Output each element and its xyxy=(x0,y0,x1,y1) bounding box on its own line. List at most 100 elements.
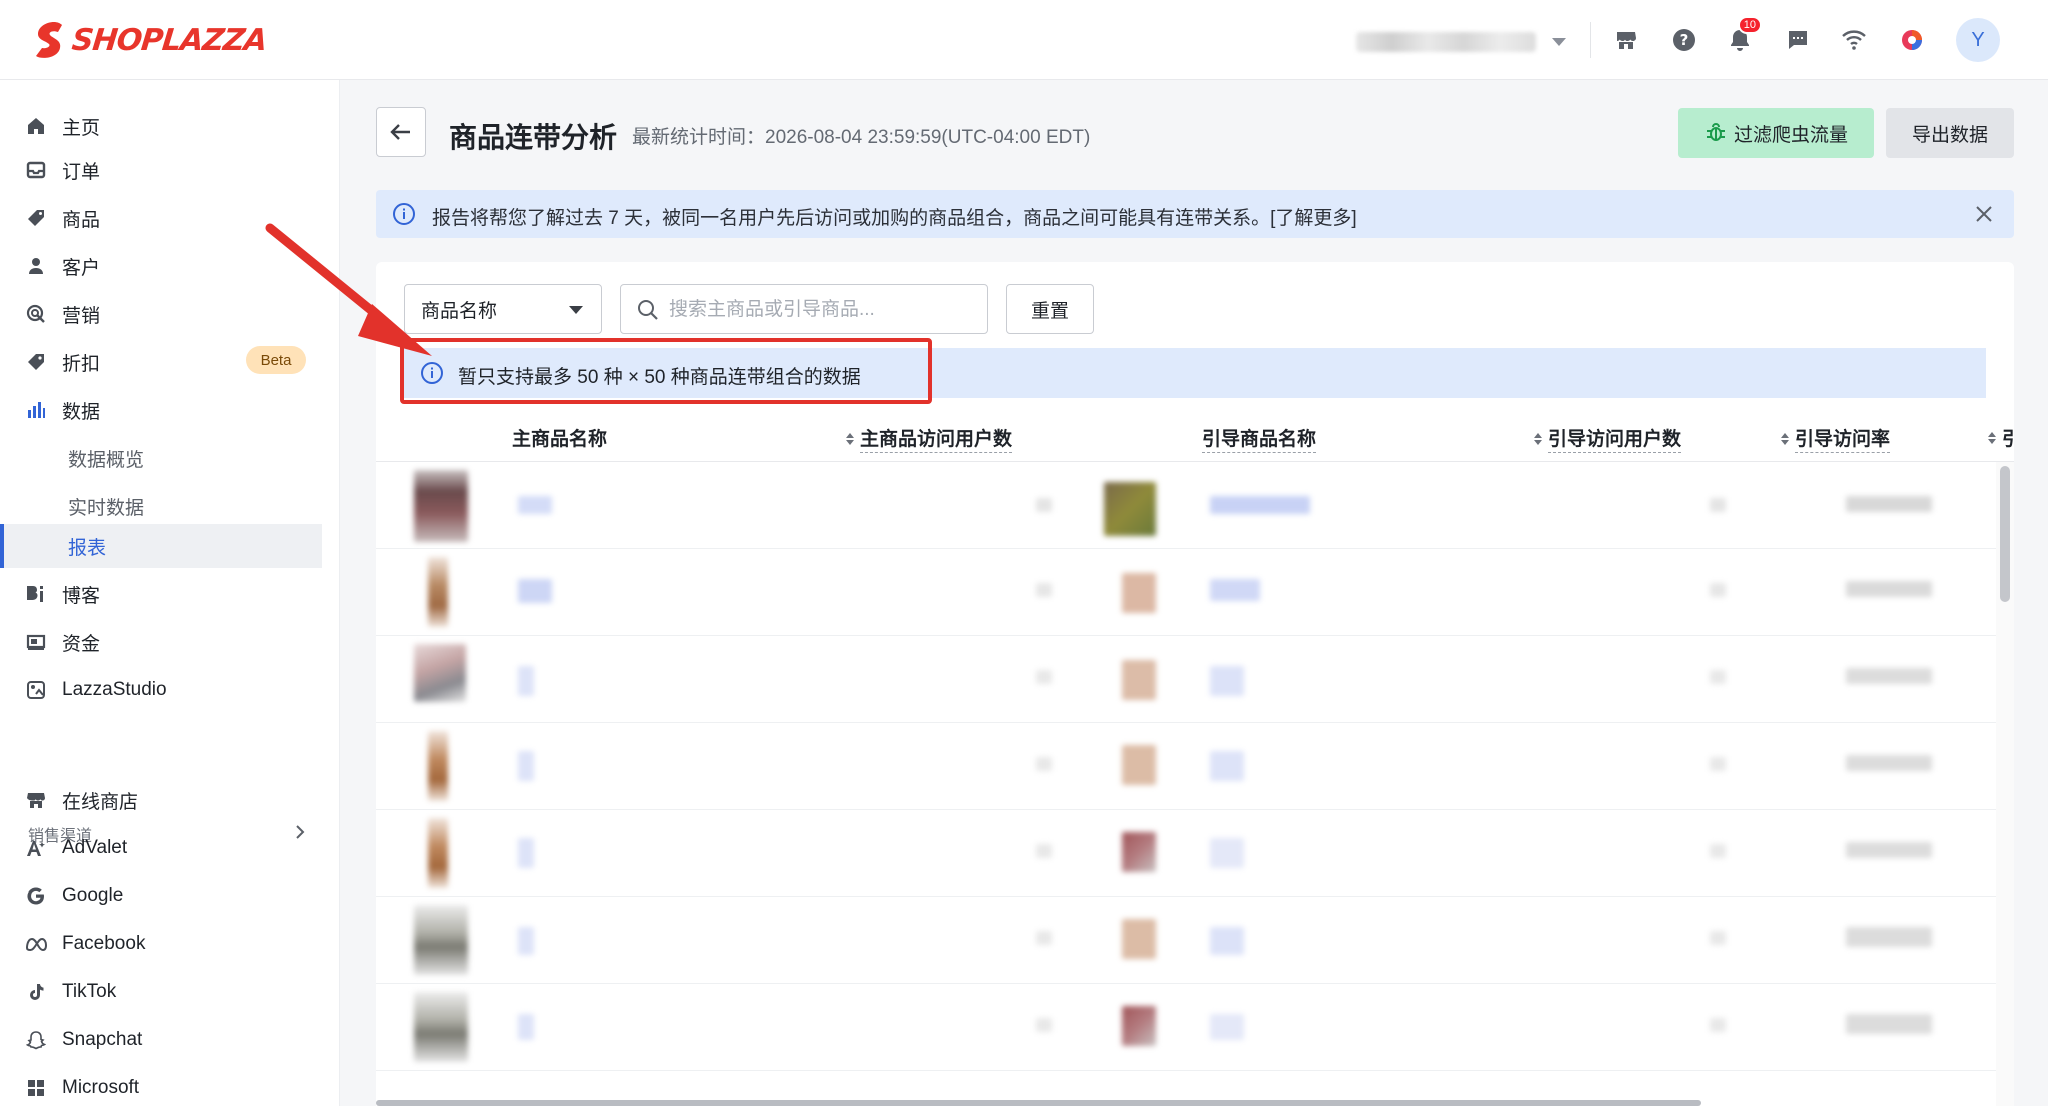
search-input[interactable] xyxy=(669,295,969,325)
person-icon xyxy=(24,254,48,278)
info-banner: 报告将帮您了解过去 7 天，被同一名用户先后访问或加购的商品组合，商品之间可能具… xyxy=(376,190,2014,238)
value-blurred xyxy=(1846,927,1932,947)
sidebar-item-orders[interactable]: 订单 xyxy=(0,148,340,192)
sidebar-item-lazzastudio[interactable]: LazzaStudio xyxy=(0,668,340,712)
product-thumbnail xyxy=(414,644,466,702)
search-box[interactable] xyxy=(620,284,988,334)
product-name-blurred xyxy=(1210,666,1244,696)
sidebar-channel-advalet[interactable]: AdValet xyxy=(0,826,340,870)
value-blurred xyxy=(1846,581,1932,597)
value-blurred xyxy=(1846,1014,1932,1034)
avatar[interactable]: Y xyxy=(1956,18,2000,62)
sidebar-channel-google[interactable]: Google xyxy=(0,874,340,918)
product-thumbnail xyxy=(414,470,468,542)
sort-icon[interactable] xyxy=(1781,432,1789,445)
value-blurred xyxy=(1710,1018,1726,1032)
help-icon[interactable]: ? xyxy=(1668,24,1700,56)
sidebar-item-analytics[interactable]: 数据 xyxy=(0,388,340,432)
product-thumbnail xyxy=(428,818,448,888)
search-icon xyxy=(638,300,658,320)
column-header-main-visitors[interactable]: 主商品访问用户数 xyxy=(846,424,1013,453)
horizontal-scrollbar[interactable] xyxy=(376,1100,1701,1106)
product-thumbnail xyxy=(1104,482,1156,536)
column-header-guided-visitors[interactable]: 引导访问用户数 xyxy=(1534,424,1682,453)
column-header-main-product[interactable]: 主商品名称 xyxy=(512,424,607,451)
export-data-button[interactable]: 导出数据 xyxy=(1886,108,2014,158)
sidebar-item-label: Microsoft xyxy=(62,1077,140,1098)
arrow-left-icon xyxy=(390,124,410,140)
table-row[interactable] xyxy=(376,549,1996,636)
sidebar-channel-tiktok[interactable]: TikTok xyxy=(0,970,340,1014)
value-blurred xyxy=(1846,668,1932,684)
filter-bot-traffic-button[interactable]: 过滤爬虫流量 xyxy=(1678,108,1874,158)
sidebar-item-blog[interactable]: 博客 xyxy=(0,572,340,616)
sidebar-channel-online-store[interactable]: 在线商店 xyxy=(0,778,340,822)
wifi-icon[interactable] xyxy=(1838,24,1870,56)
value-blurred xyxy=(1846,842,1932,858)
sidebar-subitem-overview[interactable]: 数据概览 xyxy=(0,436,340,480)
snapchat-icon xyxy=(24,1028,48,1052)
shoplazza-logo[interactable]: SHOPLAZZA xyxy=(32,20,269,60)
sort-icon[interactable] xyxy=(1988,431,1996,444)
marketing-icon xyxy=(24,302,48,326)
sidebar-subitem-reports[interactable]: 报表 xyxy=(0,524,322,568)
column-header-guided-rate[interactable]: 引导访问率 xyxy=(1781,424,1891,453)
table-row[interactable] xyxy=(376,984,1996,1071)
message-icon[interactable] xyxy=(1782,24,1814,56)
sidebar-item-label: 资金 xyxy=(62,633,101,655)
column-header-guided-product[interactable]: 引导商品名称 xyxy=(1202,424,1317,453)
sidebar-item-label: 订单 xyxy=(62,161,101,183)
table-row[interactable] xyxy=(376,636,1996,723)
store-icon[interactable] xyxy=(1610,24,1642,56)
product-thumbnail xyxy=(1122,919,1156,959)
sidebar-item-label: Facebook xyxy=(62,933,146,954)
table-row[interactable] xyxy=(376,462,1996,549)
store-selector[interactable] xyxy=(1356,28,1572,56)
product-thumbnail xyxy=(428,731,448,801)
sidebar-subitem-realtime[interactable]: 实时数据 xyxy=(0,484,340,528)
sidebar-channel-facebook[interactable]: Facebook xyxy=(0,922,340,966)
product-name-blurred xyxy=(1210,1014,1244,1040)
divider xyxy=(1590,22,1591,58)
sidebar-item-label: Google xyxy=(62,885,124,906)
microsoft-icon xyxy=(24,1076,48,1100)
sort-icon[interactable] xyxy=(1534,432,1542,445)
sidebar-channel-microsoft[interactable]: Microsoft xyxy=(0,1066,340,1106)
back-button[interactable] xyxy=(376,107,426,157)
bell-icon[interactable]: 10 xyxy=(1724,16,1762,56)
product-name-blurred xyxy=(518,579,552,603)
table-row[interactable] xyxy=(376,897,1996,984)
sidebar-item-finance[interactable]: 资金 xyxy=(0,620,340,664)
tag-icon xyxy=(24,206,48,230)
bug-icon xyxy=(1706,123,1725,141)
vertical-scrollbar-thumb[interactable] xyxy=(2000,466,2010,602)
product-name-blurred xyxy=(518,927,534,955)
column-header-label: 引 xyxy=(2002,429,2014,450)
value-blurred xyxy=(1846,496,1932,512)
column-header-truncated[interactable]: 引 xyxy=(1988,424,2014,451)
value-blurred xyxy=(1036,1018,1052,1032)
sidebar-item-home[interactable]: 主页 xyxy=(0,104,340,148)
sort-icon[interactable] xyxy=(846,432,854,445)
brand-name: SHOPLAZZA xyxy=(70,22,269,58)
value-blurred xyxy=(1036,670,1052,684)
column-header-label: 引导访问用户数 xyxy=(1548,424,1682,453)
blog-icon xyxy=(24,582,48,606)
sidebar-channel-snapchat[interactable]: Snapchat xyxy=(0,1018,340,1062)
close-icon[interactable] xyxy=(1972,202,1996,226)
product-name-blurred xyxy=(1210,751,1244,781)
product-thumbnail xyxy=(1122,832,1156,872)
table-row[interactable] xyxy=(376,723,1996,810)
sidebar-subitem-label: 数据概览 xyxy=(68,449,145,471)
product-name-blurred xyxy=(518,751,534,781)
sidebar-item-label: 数据 xyxy=(62,401,101,423)
value-blurred xyxy=(1710,757,1726,771)
table-row[interactable] xyxy=(376,810,1996,897)
sidebar-item-label: AdValet xyxy=(62,837,128,858)
sidebar-item-label: TikTok xyxy=(62,981,117,1002)
reset-button[interactable]: 重置 xyxy=(1006,284,1094,334)
top-bar: SHOPLAZZA ? 10 Y xyxy=(0,0,2048,80)
value-blurred xyxy=(1710,931,1726,945)
color-wheel-icon[interactable] xyxy=(1896,24,1928,56)
google-icon xyxy=(24,884,48,908)
